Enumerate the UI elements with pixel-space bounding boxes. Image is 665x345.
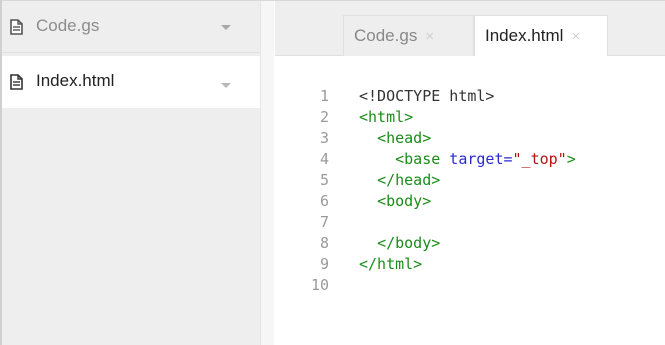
file-item-index-html[interactable]: Index.html: [2, 56, 260, 108]
chevron-down-icon[interactable]: [220, 82, 232, 90]
code-token-tag: <html>: [359, 108, 414, 126]
line-number: 6: [319, 192, 329, 210]
code-line: </head>: [359, 170, 440, 191]
line-number: 3: [319, 129, 329, 147]
code-token-tag: <head>: [377, 129, 432, 147]
code-token-tag: </html>: [359, 255, 423, 273]
close-icon[interactable]: ×: [571, 28, 580, 45]
tab-label: Index.html: [485, 26, 564, 45]
code-editor[interactable]: 1 2 3 4 5 6 7 8 9 10 <!DOCTYPE html> <ht…: [275, 56, 665, 345]
line-number: 10: [310, 276, 329, 294]
tab-code-gs[interactable]: Code.gs ×: [343, 15, 474, 56]
code-token-tag: </body>: [377, 234, 441, 252]
line-number: 4: [319, 150, 329, 168]
file-icon: [10, 74, 23, 90]
code-token-tag: <body>: [377, 192, 432, 210]
code-token-attribute: target=: [440, 150, 513, 168]
code-token-string: "_top": [512, 150, 567, 168]
close-icon[interactable]: ×: [425, 28, 434, 45]
code-line: </html>: [359, 254, 422, 275]
tab-label: Code.gs: [354, 26, 418, 45]
code-line: <html>: [359, 107, 413, 128]
code-line: <!DOCTYPE html>: [359, 86, 494, 107]
code-token-tag: >: [566, 150, 576, 168]
line-number: 8: [319, 234, 329, 252]
code-line: </body>: [359, 233, 440, 254]
line-number-gutter: 1 2 3 4 5 6 7 8 9 10: [275, 56, 335, 345]
file-name: Code.gs: [36, 16, 100, 35]
line-number: 2: [319, 108, 329, 126]
tab-bar: Code.gs × Index.html ×: [275, 1, 665, 56]
line-number: 5: [319, 171, 329, 189]
tab-index-html[interactable]: Index.html ×: [474, 15, 608, 56]
code-line: <base target="_top">: [359, 149, 576, 170]
file-icon: [10, 19, 23, 35]
file-name: Index.html: [36, 71, 115, 90]
code-token-doctype: <!DOCTYPE html>: [359, 87, 495, 105]
code-line: <body>: [359, 191, 431, 212]
line-number: 1: [319, 87, 329, 105]
chevron-down-icon[interactable]: [220, 24, 232, 32]
code-token-tag: <base: [395, 150, 441, 168]
line-number: 9: [319, 255, 329, 273]
code-line: <head>: [359, 128, 431, 149]
code-token-tag: </head>: [377, 171, 441, 189]
file-sidebar: Code.gs Index.html: [2, 1, 260, 345]
file-item-code-gs[interactable]: Code.gs: [2, 1, 260, 53]
pane-divider[interactable]: [260, 1, 274, 345]
line-number: 7: [319, 213, 329, 231]
